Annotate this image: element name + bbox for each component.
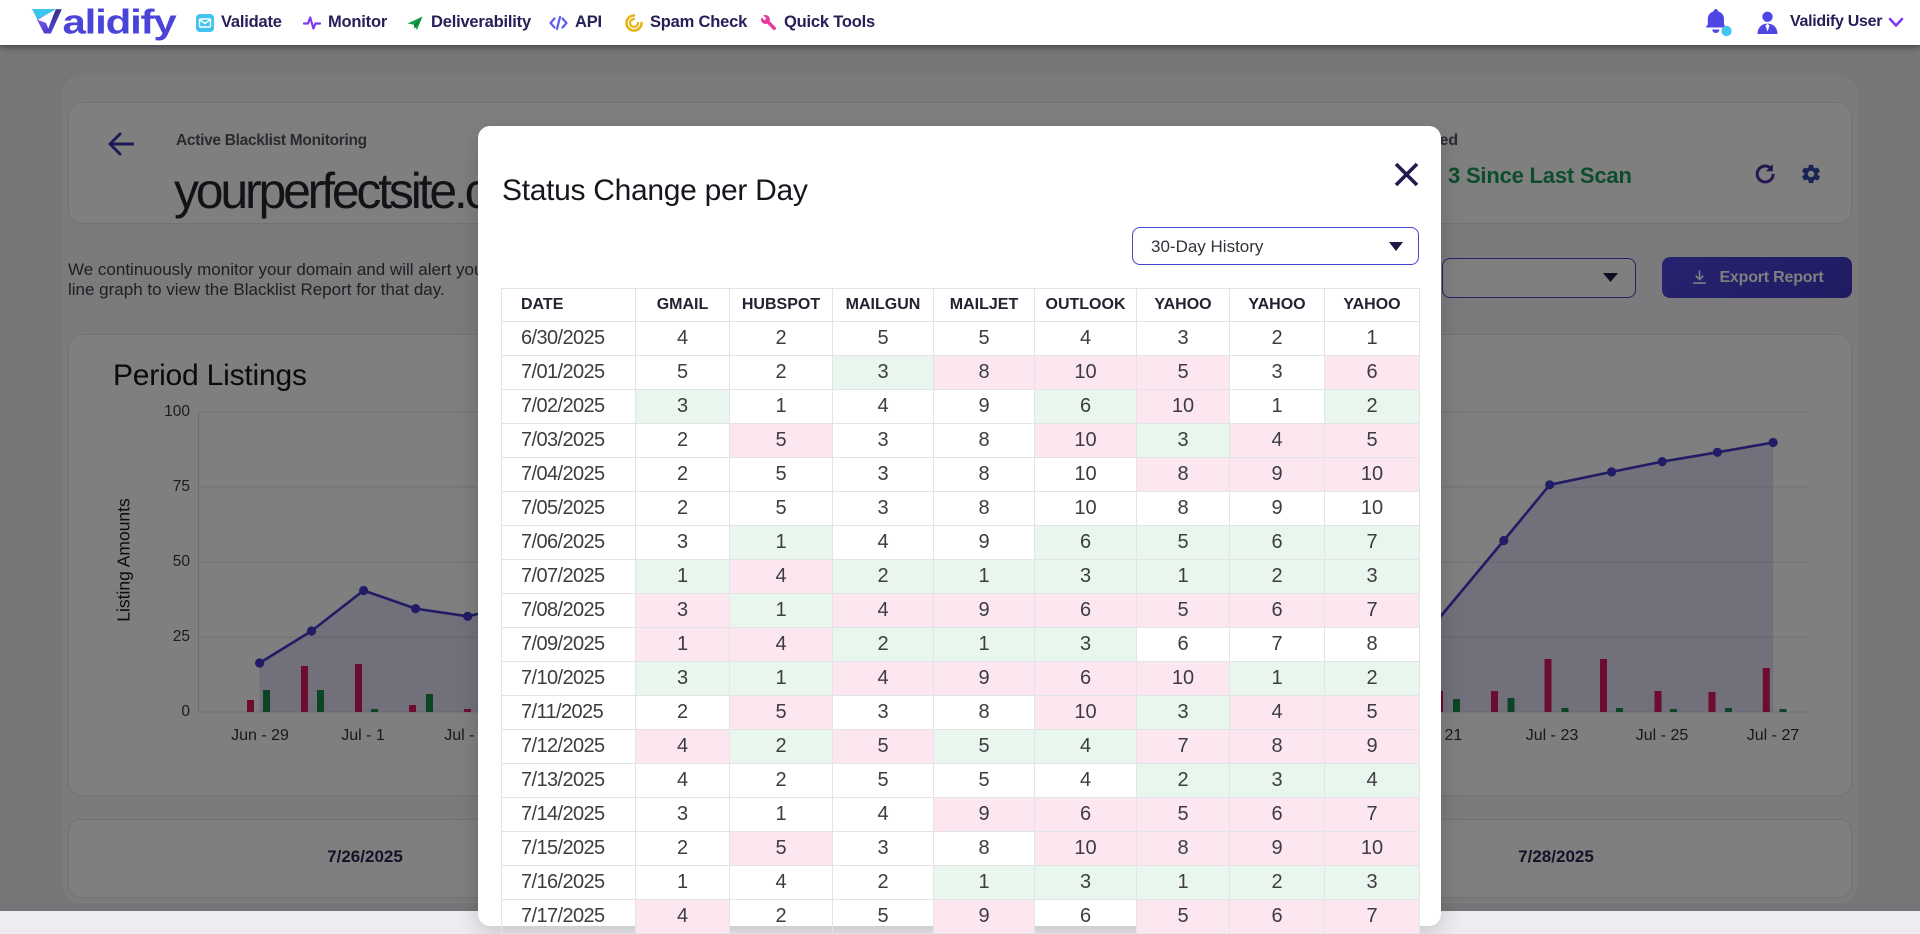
svg-text:alidify: alidify — [63, 6, 177, 42]
